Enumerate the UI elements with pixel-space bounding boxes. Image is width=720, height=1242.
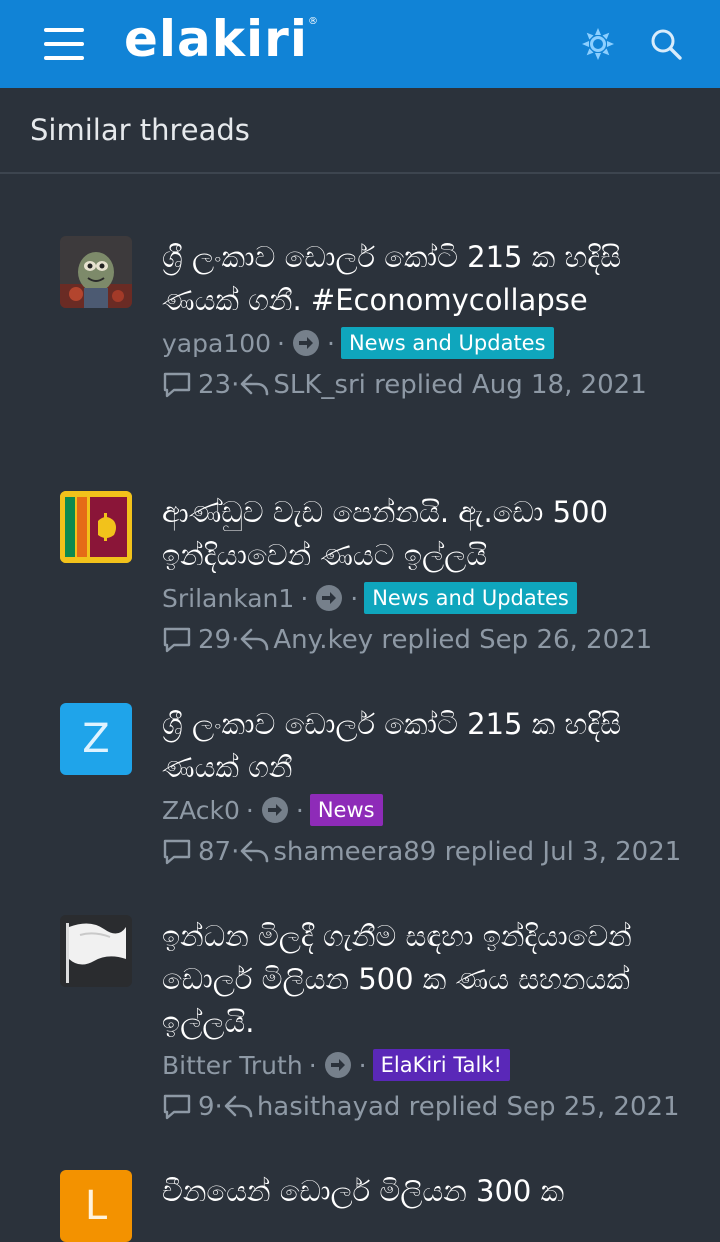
go-to-first-unread-icon[interactable] [292,330,319,356]
avatar[interactable] [60,491,132,563]
thread-title[interactable]: ශ්‍රී ලංකාව ඩොලර් කෝටි 215 ක හදිසි ණයක් … [162,236,702,322]
thread-meta: ZAck0 · · News [162,793,702,827]
top-navigation-bar: elakiri® [0,0,720,88]
site-logo[interactable]: elakiri® [124,10,319,68]
avatar[interactable]: L [60,1170,132,1242]
reply-arrow-icon [241,840,269,863]
forum-tag[interactable]: News and Updates [340,327,554,359]
go-to-first-unread-icon[interactable] [324,1052,351,1078]
reply-arrow-icon [241,373,269,396]
go-to-first-unread-icon[interactable] [261,797,288,823]
avatar[interactable] [60,236,132,308]
replies-icon [163,839,191,865]
thread-stats: 87 · shameera89 replied Jul 3, 2021 [162,833,702,871]
thread-meta: yapa100 · · News and Updates [162,326,702,360]
menu-icon[interactable] [44,28,84,60]
forum-tag[interactable]: News and Updates [364,582,577,614]
search-icon[interactable] [648,26,684,62]
reply-count: 29 [198,625,232,655]
last-reply[interactable]: hasithayad replied Sep 25, 2021 [257,1092,680,1122]
thread-author[interactable]: yapa100 [162,329,271,358]
go-to-first-unread-icon[interactable] [316,585,343,611]
thread-meta: Srilankan1 · · News and Updates [162,581,702,615]
thread-stats: 23 · SLK_sri replied Aug 18, 2021 [162,366,702,404]
thread-title[interactable]: චීනයෙන් ඩොලර් මිලියන 300 ක [162,1170,702,1213]
thread-author[interactable]: ZAck0 [162,796,240,825]
forum-tag[interactable]: ElaKiri Talk! [372,1049,510,1081]
last-reply[interactable]: SLK_sri replied Aug 18, 2021 [273,370,646,400]
last-reply[interactable]: shameera89 replied Jul 3, 2021 [273,837,681,867]
sun-icon[interactable] [580,26,616,62]
thread-meta: Bitter Truth · · ElaKiri Talk! [162,1048,702,1082]
forum-tag[interactable]: News [309,794,383,826]
thread-author[interactable]: Srilankan1 [162,584,294,613]
thread-title[interactable]: ආණ්ඩුව වැඩ පෙන්නයි. ඇ.ඩො 500 ඉන්දියාවෙන්… [162,491,702,577]
reply-count: 87 [198,837,232,867]
replies-icon [163,627,191,653]
thread-author[interactable]: Bitter Truth [162,1051,303,1080]
replies-icon [163,372,191,398]
avatar[interactable] [60,915,132,987]
reply-arrow-icon [224,1095,253,1118]
avatar[interactable]: Z [60,703,132,775]
reply-arrow-icon [241,628,269,651]
reply-count: 9 [198,1092,215,1122]
section-title: Similar threads [0,88,720,174]
thread-title[interactable]: ශ්‍රී ලංකාව ඩොලර් කෝටි 215 ක හදිසි ණයක් … [162,703,702,789]
replies-icon [163,1094,191,1120]
reply-count: 23 [198,370,232,400]
last-reply[interactable]: Any.key replied Sep 26, 2021 [273,625,652,655]
thread-stats: 9 · hasithayad replied Sep 25, 2021 [162,1088,702,1126]
thread-title[interactable]: ඉන්ධන මිලදී ගැනීම සඳහා ඉන්දියාවෙන් ඩොලර්… [162,915,702,1044]
thread-stats: 29 · Any.key replied Sep 26, 2021 [162,621,702,659]
